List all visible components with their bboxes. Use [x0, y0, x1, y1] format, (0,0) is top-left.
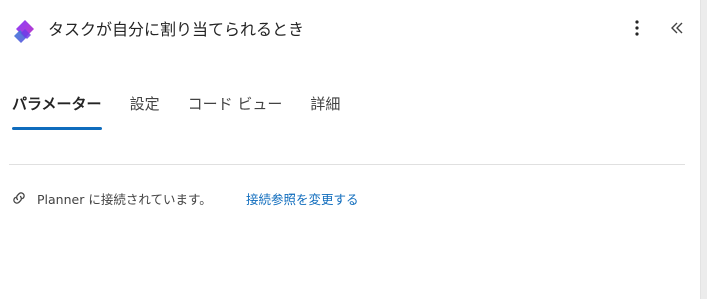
double-chevron-left-icon	[669, 20, 685, 40]
section-divider	[9, 164, 685, 165]
change-connection-link[interactable]: 接続参照を変更する	[246, 189, 359, 208]
connection-status: Planner に接続されています。	[10, 188, 212, 208]
scrollbar[interactable]	[700, 0, 707, 299]
trigger-panel: タスクが自分に割り当てられるとき パラメーター 設定 コード ビュー 詳細 Pl…	[0, 0, 700, 299]
tab-list: パラメーター 設定 コード ビュー 詳細	[12, 94, 368, 130]
tab-code-view[interactable]: コード ビュー	[188, 94, 283, 130]
more-options-button[interactable]	[626, 19, 648, 41]
tab-settings[interactable]: 設定	[130, 94, 160, 130]
tab-parameters[interactable]: パラメーター	[12, 94, 102, 130]
collapse-panel-button[interactable]	[666, 19, 688, 41]
planner-logo-icon	[12, 18, 38, 44]
tab-details[interactable]: 詳細	[310, 94, 340, 130]
page-title: タスクが自分に割り当てられるとき	[48, 20, 305, 39]
panel-header: タスクが自分に割り当てられるとき	[0, 0, 700, 60]
connection-status-text: Planner に接続されています。	[37, 191, 212, 207]
more-vertical-icon	[635, 20, 639, 40]
link-icon	[10, 189, 28, 207]
